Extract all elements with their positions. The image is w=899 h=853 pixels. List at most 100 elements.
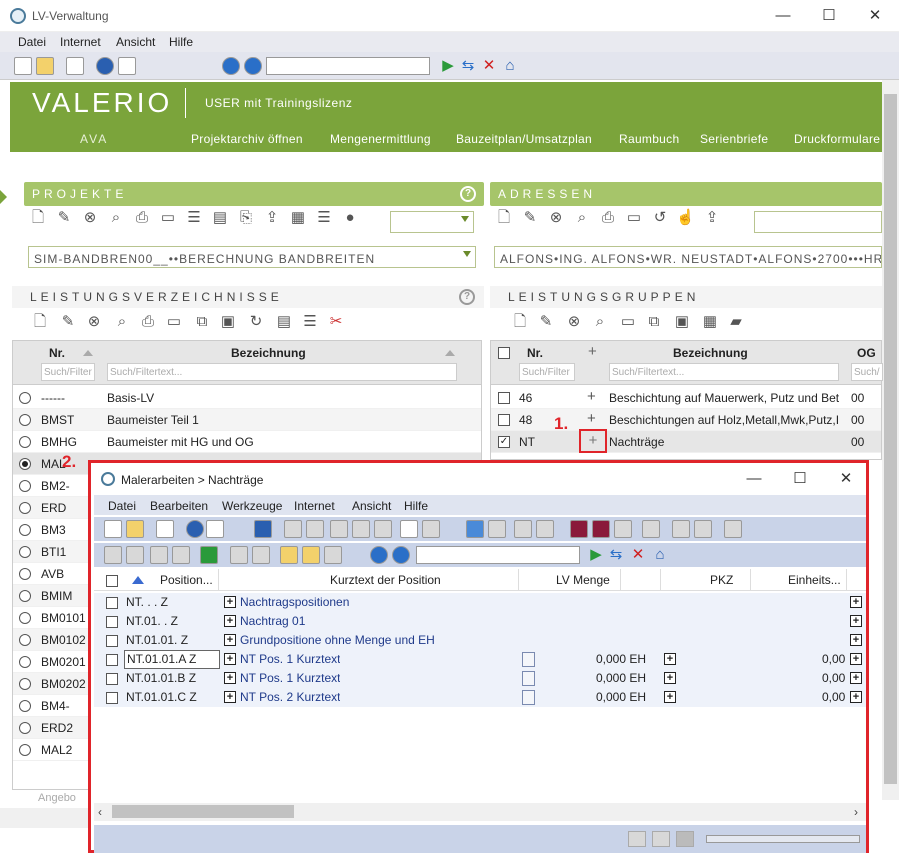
position-row[interactable]: NT. . . Z + Nachtragspositionen + [94,593,866,612]
export-icon[interactable]: ⎘ [238,210,254,226]
projekte-filter-combo[interactable] [390,211,474,233]
copy-icon[interactable]: ⧉ [194,314,210,330]
col-kurztext[interactable]: Kurztext der Position [330,573,441,587]
sort-icon[interactable] [445,350,455,356]
maximize-button[interactable]: ☐ [777,463,823,495]
binoculars-icon[interactable]: ⌕ [592,314,608,330]
expand-icon[interactable]: + [224,596,236,608]
scroll-left-arrow[interactable]: ‹ [98,805,102,819]
filter-nr-input[interactable]: Such/Filter [519,363,575,381]
refresh-icon[interactable]: ⇆ [608,547,624,563]
edit-icon[interactable] [400,520,418,538]
link-icon[interactable] [230,546,248,564]
table-row-checked[interactable]: ✓ NT + Nachträge 00 [491,429,881,453]
edit-icon[interactable]: ✎ [522,210,538,226]
play-icon[interactable]: ▶ [440,58,456,74]
history-icon[interactable]: ↺ [652,210,668,226]
lv-footer-tab[interactable]: Angebo [38,792,76,804]
expand-icon[interactable]: + [224,615,236,627]
close-button[interactable]: ✕ [823,463,869,495]
help-icon[interactable] [96,57,114,75]
nav-druckformulare[interactable]: Druckformulare [794,132,880,146]
play-icon[interactable]: ▶ [588,547,604,563]
filter-bez-input[interactable]: Such/Filtertext... [609,363,839,381]
folder-icon[interactable]: ▭ [626,210,642,226]
back-icon[interactable] [222,57,240,75]
copy-icon[interactable] [352,520,370,538]
nav-last-icon[interactable] [172,546,190,564]
paste-icon[interactable]: ▣ [220,314,236,330]
delete-icon[interactable]: ⊗ [548,210,564,226]
table-row[interactable]: 48 + Beschichtungen auf Holz,Metall,Mwk,… [491,409,881,431]
edit-icon[interactable]: ✎ [60,314,76,330]
filter-icon[interactable] [694,520,712,538]
forward-icon[interactable] [392,546,410,564]
scroll-right-arrow[interactable]: › [854,805,858,819]
checked-checkbox[interactable]: ✓ [498,436,510,448]
document-icon[interactable] [642,520,660,538]
binoculars-icon[interactable]: ⌕ [574,210,590,226]
help-icon[interactable]: ? [459,289,475,305]
folder-icon[interactable]: ▭ [166,314,182,330]
col-lv-menge[interactable]: LV Menge [556,573,610,587]
nav-projektarchiv[interactable]: Projektarchiv öffnen [191,132,303,146]
undo-icon[interactable] [284,520,302,538]
nav-serienbriefe[interactable]: Serienbriefe [700,132,768,146]
nav-mengenermittlung[interactable]: Mengenermittlung [330,132,431,146]
edit-icon[interactable]: ✎ [56,210,72,226]
user-icon[interactable]: ● [342,210,358,226]
unlink-icon[interactable] [252,546,270,564]
help-icon[interactable] [186,520,204,538]
expand-icon[interactable]: + [664,691,676,703]
nav-first-icon[interactable] [104,546,122,564]
expand-icon[interactable]: + [664,653,676,665]
sort-icon[interactable] [83,350,93,356]
menu-hilfe[interactable]: Hilfe [404,499,428,513]
move-up-icon[interactable] [466,520,484,538]
document-icon[interactable] [324,546,342,564]
open-folder-icon[interactable] [126,520,144,538]
filter-bez-input[interactable]: Such/Filtertext... [107,363,457,381]
new-document-icon[interactable]: 🗋 [32,314,48,330]
select-all-checkbox[interactable] [498,347,510,359]
expand-icon[interactable]: + [664,672,676,684]
col-position[interactable]: Position... [160,573,213,587]
document-icon[interactable] [522,652,535,667]
minimize-button[interactable]: — [760,0,806,32]
delete-icon[interactable]: ⊗ [566,314,582,330]
table-icon[interactable] [514,520,532,538]
menu-hilfe[interactable]: Hilfe [169,35,193,49]
nav-raumbuch[interactable]: Raumbuch [619,132,679,146]
nav-prev-icon[interactable] [126,546,144,564]
position-row[interactable]: NT.01.01.B Z + NT Pos. 1 Kurztext 0,000 … [94,669,866,688]
binoculars-icon[interactable]: ⌕ [108,210,124,226]
refresh-icon[interactable]: ↻ [248,314,264,330]
home-icon[interactable]: ⌂ [652,547,668,563]
col-nr[interactable]: Nr. [49,346,65,360]
expand-icon[interactable]: + [850,653,862,665]
expand-plus-highlight[interactable]: + [579,429,607,453]
add-icon[interactable]: + [587,410,596,427]
col-pkz[interactable]: PKZ [710,573,733,587]
close-box-icon[interactable] [614,520,632,538]
stop-icon[interactable]: ✕ [630,547,646,563]
projekt-select[interactable]: SIM-BANDBREN00__••BERECHNUNG BANDBREITEN [28,246,476,268]
sort-icon[interactable] [672,520,690,538]
document-icon[interactable]: ▤ [212,210,228,226]
pause-icon[interactable] [652,831,670,847]
stop-icon[interactable]: ✕ [481,58,497,74]
new-item-icon[interactable] [280,546,298,564]
delete-icon[interactable] [422,520,440,538]
add-icon[interactable]: + [587,388,596,405]
address-combo[interactable] [416,546,580,564]
table-row[interactable]: BMHG Baumeister mit HG und OG [13,431,481,453]
redo-icon[interactable] [306,520,324,538]
move-down-icon[interactable] [488,520,506,538]
new-document-icon[interactable]: 🗋 [496,210,512,226]
settings-icon[interactable] [724,520,742,538]
cut-icon[interactable] [330,520,348,538]
open-folder-icon[interactable] [36,57,54,75]
horizontal-scrollbar[interactable]: ‹ › [94,803,866,821]
expand-icon[interactable]: + [850,691,862,703]
print-icon[interactable] [156,520,174,538]
